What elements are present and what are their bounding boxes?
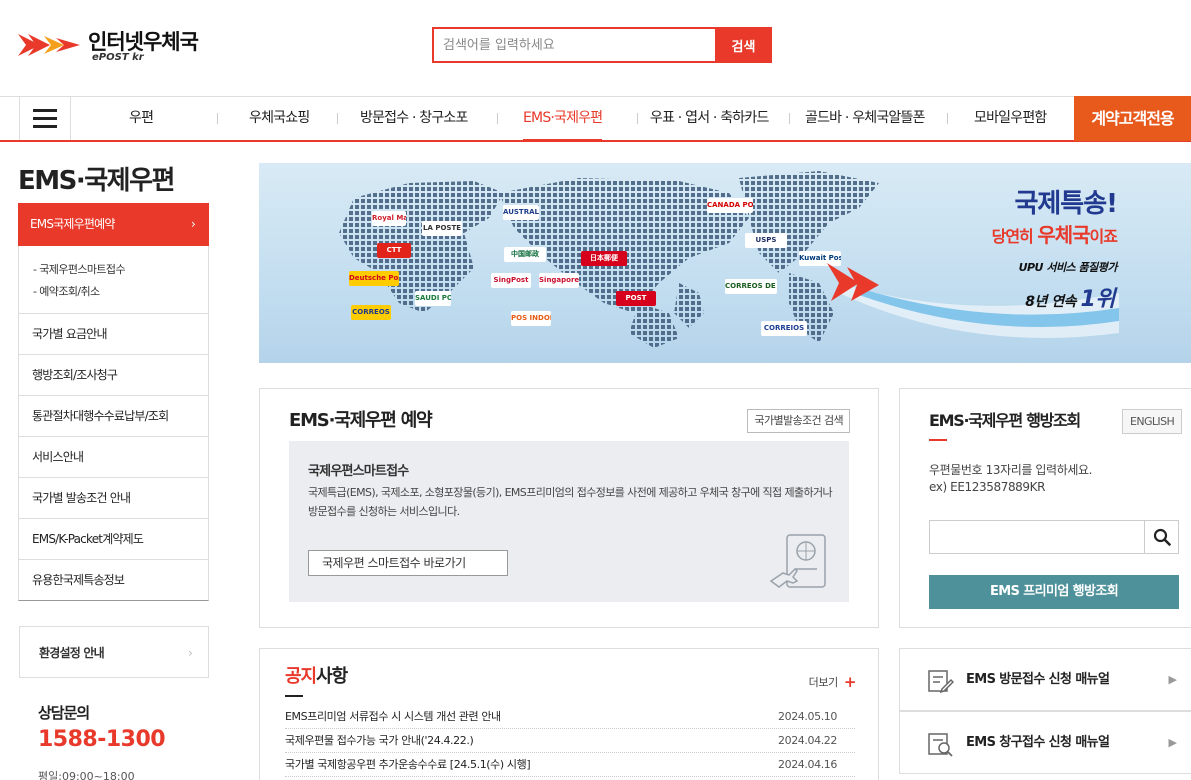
lnb-item[interactable]: 국가별 요금안내 xyxy=(18,314,209,355)
visit-reception-manual-link[interactable]: EMS 방문접수 신청 매뉴얼 ▶ xyxy=(899,648,1191,711)
notice-list: EMS프리미엄 서류접수 시 시스템 개선 관련 안내 2024.05.10 국제… xyxy=(285,705,855,777)
post-logo: CANADA POST xyxy=(707,198,753,213)
document-search-icon xyxy=(928,733,953,757)
nav-item-mobile[interactable]: 모바일우편함 xyxy=(974,97,1047,140)
panel-title: EMS·국제우편 행방조회 xyxy=(929,411,1081,430)
contract-customer-button[interactable]: 계약고객전용 xyxy=(1074,96,1191,141)
main-navigation: 우편 우체국쇼핑 방문접수 · 창구소포 EMS·국제우편 우표 · 엽서 · … xyxy=(0,96,1191,142)
post-logo: Singapore Post xyxy=(539,273,579,288)
post-logo: Deutsche Post xyxy=(349,271,399,286)
card-title: 국제우편스마트접수 xyxy=(308,464,409,479)
smart-reception-card: 국제우편스마트접수 국제특급(EMS), 국제소포, 소형포장물(등기), EM… xyxy=(289,441,849,602)
post-logo: POST xyxy=(616,291,656,306)
notice-title: 공지사항 xyxy=(285,666,348,687)
lnb-item[interactable]: 행방조회/조사청구 xyxy=(18,355,209,396)
tracking-search-button[interactable] xyxy=(1144,520,1179,554)
manual-label: EMS 창구접수 신청 매뉴얼 xyxy=(966,735,1110,750)
post-logo: CORREOS xyxy=(351,305,391,320)
ems-tracking-panel: EMS·국제우편 행방조회 ENGLISH 우편물번호 13자리를 입력하세요.… xyxy=(899,388,1191,628)
post-logo: USPS xyxy=(745,233,787,248)
card-description: 국제특급(EMS), 국제소포, 소형포장물(등기), EMS프리미엄의 접수정… xyxy=(308,486,833,518)
nav-item-shopping[interactable]: 우체국쇼핑 xyxy=(249,97,310,140)
post-logo: AUSTRALIA POST xyxy=(503,205,539,220)
search-icon xyxy=(1153,528,1171,546)
search-box: 검색 xyxy=(432,27,772,63)
post-logo: CORREIOS xyxy=(761,321,807,336)
plus-icon: + xyxy=(843,673,857,691)
lnb-item[interactable]: 통관절차대행수수료납부/조회 xyxy=(18,396,209,437)
post-logo: 中国邮政 xyxy=(504,247,546,262)
post-logo: CTT xyxy=(377,243,411,258)
nav-item-ems[interactable]: EMS·국제우편 xyxy=(523,97,603,141)
promo-banner[interactable]: Royal Mail LA POSTE CTT Deutsche Post SA… xyxy=(259,163,1191,363)
notice-row[interactable]: EMS프리미엄 서류접수 시 시스템 개선 관련 안내 2024.05.10 xyxy=(285,705,855,729)
post-logo: 日本郵便 xyxy=(581,251,627,266)
lnb-sub-item[interactable]: - 예약조회/취소 xyxy=(33,281,208,303)
logo-subtitle: ePOST kr xyxy=(92,52,144,63)
lnb-submenu: - 국제우편스마트접수 - 예약조회/취소 xyxy=(18,246,209,314)
passport-airplane-icon xyxy=(769,534,826,588)
ems-premium-tracking-button[interactable]: EMS 프리미엄 행방조회 xyxy=(929,575,1179,609)
consult-label: 상담문의 xyxy=(38,704,90,722)
nav-item-stamps[interactable]: 우표 · 엽서 · 축하카드 xyxy=(650,97,769,140)
lnb-item[interactable]: 서비스안내 xyxy=(18,437,209,478)
banner-headline: 국제특송! xyxy=(1014,189,1118,219)
consult-hours: 평일:09:00~18:00 xyxy=(38,770,135,780)
post-logo: SAUDI POST xyxy=(415,291,451,306)
country-condition-search-button[interactable]: 국가별발송조건 검색 xyxy=(747,409,850,433)
nav-item-goldbar[interactable]: 골드바 · 우체국알뜰폰 xyxy=(805,97,925,140)
chevron-right-icon: ▶ xyxy=(1168,673,1177,686)
epost-logo-icon xyxy=(18,34,80,56)
tracking-number-input[interactable] xyxy=(929,520,1144,554)
banner-upu-text: UPU 서비스 품질평가 xyxy=(1018,261,1118,274)
menu-icon[interactable] xyxy=(19,97,71,140)
counter-reception-manual-link[interactable]: EMS 창구접수 신청 매뉴얼 ▶ xyxy=(899,711,1191,774)
lnb-sub-item[interactable]: - 국제우편스마트접수 xyxy=(33,259,208,281)
post-logo: Royal Mail xyxy=(372,211,406,226)
document-pen-icon xyxy=(928,670,954,694)
env-settings-link[interactable]: 환경설정 안내 › xyxy=(19,626,209,678)
lnb-title: EMS·국제우편 xyxy=(18,166,175,196)
panel-title: EMS·국제우편 예약 xyxy=(289,410,433,431)
post-logo: SingPost xyxy=(491,273,531,288)
banner-subline: 당연히 우체국이죠 xyxy=(991,223,1118,247)
english-button[interactable]: ENGLISH xyxy=(1122,409,1183,434)
ems-reservation-panel: EMS·국제우편 예약 국가별발송조건 검색 국제우편스마트접수 국제특급(EM… xyxy=(259,388,879,628)
consult-phone: 1588-1300 xyxy=(38,727,166,752)
header: 인터넷우체국 ePOST kr 검색 xyxy=(0,0,1191,96)
post-logo: CORREOS DE MEXICO xyxy=(725,279,777,294)
banner-rank-text: 8년 연속 1위 xyxy=(1025,287,1115,312)
chevron-right-icon: › xyxy=(191,217,196,231)
lnb-item-label: EMS국제우편예약 xyxy=(30,217,115,231)
search-button[interactable]: 검색 xyxy=(715,27,772,63)
lnb-item[interactable]: 유용한국제특송정보 xyxy=(18,560,209,601)
notice-more-link[interactable]: 더보기 + xyxy=(809,673,857,691)
epost-logo[interactable]: 인터넷우체국 ePOST kr xyxy=(18,26,218,66)
side-navigation: EMS국제우편예약 › - 국제우편스마트접수 - 예약조회/취소 국가별 요금… xyxy=(18,203,209,601)
smart-reception-link-button[interactable]: 국제우편 스마트접수 바로가기 xyxy=(308,550,508,576)
lnb-item-reservation[interactable]: EMS국제우편예약 › xyxy=(18,203,209,246)
post-logo: POS INDONESIA xyxy=(511,311,551,326)
tracking-help-text: 우편물번호 13자리를 입력하세요. ex) EE123587889KR xyxy=(929,463,1093,494)
search-input[interactable] xyxy=(434,29,716,61)
notice-row[interactable]: 국제우편물 접수가능 국가 안내('24.4.22.) 2024.04.22 xyxy=(285,729,855,753)
lnb-item[interactable]: 국가별 발송조건 안내 xyxy=(18,478,209,519)
nav-item-visit[interactable]: 방문접수 · 창구소포 xyxy=(360,97,468,140)
notice-row[interactable]: 국가별 국제항공우편 추가운송수수료 [24.5.1(수) 시행] 2024.04… xyxy=(285,753,855,777)
nav-item-post[interactable]: 우편 xyxy=(129,97,154,140)
post-logo: LA POSTE xyxy=(422,221,462,236)
lnb-item[interactable]: EMS/K-Packet계약제도 xyxy=(18,519,209,560)
chevron-right-icon: › xyxy=(188,646,193,660)
chevron-right-icon: ▶ xyxy=(1168,736,1177,749)
manual-label: EMS 방문접수 신청 매뉴얼 xyxy=(966,672,1110,687)
notice-panel: 공지사항 더보기 + EMS프리미엄 서류접수 시 시스템 개선 관련 안내 202… xyxy=(259,648,879,780)
